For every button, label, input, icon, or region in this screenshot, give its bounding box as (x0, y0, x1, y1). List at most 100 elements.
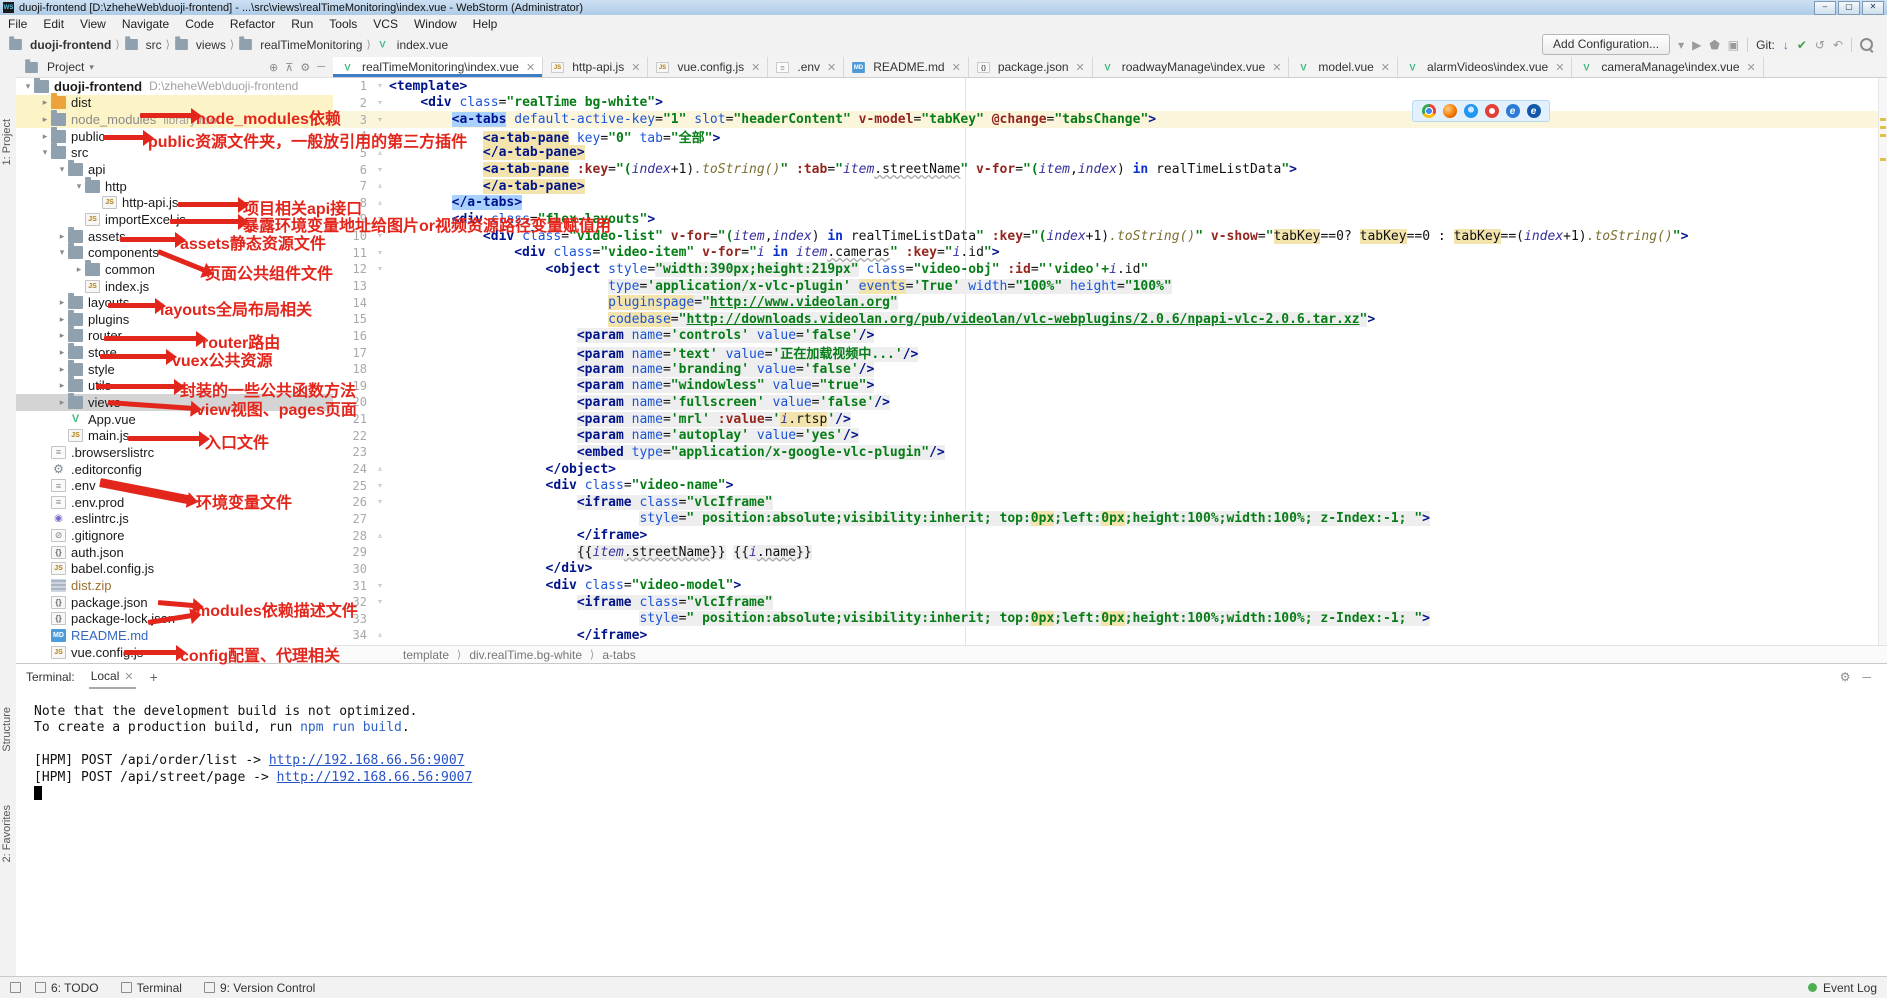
code-area[interactable]: 1▿<template>2▿ <div class="realTime bg-w… (333, 78, 1879, 644)
breadcrumb-item-views[interactable]: views (174, 38, 226, 52)
tree-item-utils[interactable]: ▸utils (16, 378, 333, 395)
close-icon[interactable]: ✕ (952, 61, 961, 74)
tool-stripe-structure[interactable]: Structure (1, 707, 13, 752)
chevron-right-icon[interactable]: ▸ (56, 330, 68, 341)
chevron-down-icon[interactable]: ▾ (56, 164, 68, 175)
code-line-29[interactable]: 29 {{item.streetName}} {{i.name}} (333, 544, 1879, 561)
status-grid-icon[interactable] (10, 982, 21, 993)
tree-item-public[interactable]: ▸public (16, 128, 333, 145)
debug-icon[interactable]: ⬟ (1709, 38, 1719, 52)
minimize-button[interactable]: – (1814, 1, 1836, 15)
tree-item-layouts[interactable]: ▸layouts (16, 294, 333, 311)
fold-marker-icon[interactable]: ▿ (373, 481, 387, 491)
event-log-button[interactable]: Event Log (1808, 981, 1877, 995)
terminal-tab-local[interactable]: Local ✕ (89, 665, 136, 689)
git-commit-icon[interactable]: ✔ (1797, 38, 1807, 52)
code-line-23[interactable]: 23 <embed type="application/x-google-vlc… (333, 444, 1879, 461)
code-line-8[interactable]: 8▵ </a-tabs> (333, 194, 1879, 211)
fold-marker-icon[interactable]: ▿ (373, 214, 387, 224)
code-line-13[interactable]: 13 type='application/x-vlc-plugin' event… (333, 278, 1879, 295)
code-line-12[interactable]: 12▿ <object style="width:390px;height:21… (333, 261, 1879, 278)
chevron-right-icon[interactable]: ▸ (39, 131, 51, 142)
tree-item-package-lock.json[interactable]: {}package-lock.json (16, 611, 333, 628)
code-line-33[interactable]: 33 style=" position:absolute;visibility:… (333, 611, 1879, 628)
terminal-output[interactable]: Note that the development build is not o… (16, 690, 1887, 976)
menu-file[interactable]: File (0, 17, 35, 31)
chevron-right-icon[interactable]: ▸ (39, 114, 51, 125)
editor-tab-README.md[interactable]: MDREADME.md✕ (844, 57, 969, 77)
chevron-right-icon[interactable]: ▸ (39, 97, 51, 108)
menu-edit[interactable]: Edit (35, 17, 72, 31)
run-icon[interactable]: ▶ (1692, 38, 1701, 52)
code-line-14[interactable]: 14 pluginspage="http://www.videolan.org" (333, 294, 1879, 311)
error-stripe-scrollbar[interactable] (1878, 78, 1887, 645)
tree-item-.browserslistrc[interactable]: ≡.browserslistrc (16, 444, 333, 461)
code-line-24[interactable]: 24▵ </object> (333, 461, 1879, 478)
breadcrumb-item-index.vue[interactable]: Vindex.vue (375, 38, 448, 52)
gear-icon[interactable]: ⚙ (1840, 670, 1851, 684)
code-line-6[interactable]: 6▿ <a-tab-pane :key="(index+1).toString(… (333, 161, 1879, 178)
code-line-16[interactable]: 16 <param name='controls' value='false'/… (333, 328, 1879, 345)
rollback-icon[interactable]: ↶ (1833, 38, 1843, 52)
breadcrumb-item-src[interactable]: src (124, 38, 162, 52)
tree-item-dist[interactable]: ▸dist (16, 95, 333, 112)
caret-down-icon[interactable]: ▾ (1678, 38, 1684, 52)
code-line-26[interactable]: 26▿ <iframe class="vlcIframe" (333, 494, 1879, 511)
code-line-9[interactable]: 9▿ <div class="flex-layouts"> (333, 211, 1879, 228)
code-line-1[interactable]: 1▿<template> (333, 78, 1879, 95)
fold-marker-icon[interactable]: ▵ (373, 148, 387, 158)
chevron-right-icon[interactable]: ▸ (56, 380, 68, 391)
code-line-3[interactable]: 3▿ <a-tabs default-active-key="1" slot="… (333, 111, 1879, 128)
chevron-right-icon[interactable]: ▸ (56, 231, 68, 242)
chrome-browser-icon[interactable] (1422, 104, 1436, 118)
tree-item-assets[interactable]: ▸assets (16, 228, 333, 245)
chevron-down-icon[interactable]: ▾ (56, 247, 68, 258)
fold-marker-icon[interactable]: ▵ (373, 630, 387, 640)
editor-crumb-a-tabs[interactable]: a-tabs (602, 648, 635, 662)
code-line-15[interactable]: 15 codebase="http://downloads.videolan.o… (333, 311, 1879, 328)
hide-panel-icon[interactable]: ─ (317, 61, 325, 74)
close-icon[interactable]: ✕ (124, 670, 133, 683)
menu-view[interactable]: View (72, 17, 114, 31)
tool-stripe-favorites[interactable]: 2: Favorites (1, 805, 13, 862)
safari-browser-icon[interactable] (1464, 104, 1478, 118)
status-item-terminal[interactable]: Terminal (121, 981, 182, 995)
close-icon[interactable]: ✕ (631, 61, 640, 74)
fold-marker-icon[interactable]: ▿ (373, 497, 387, 507)
close-icon[interactable]: ✕ (526, 61, 535, 74)
tree-item-.gitignore[interactable]: ⊘.gitignore (16, 527, 333, 544)
chevron-down-icon[interactable]: ▾ (22, 81, 34, 92)
code-line-7[interactable]: 7▵ </a-tab-pane> (333, 178, 1879, 195)
tree-item-README.md[interactable]: MDREADME.md (16, 627, 333, 644)
menu-window[interactable]: Window (406, 17, 465, 31)
tree-item-http-api.js[interactable]: JShttp-api.js (16, 194, 333, 211)
code-line-18[interactable]: 18 <param name='branding' value='false'/… (333, 361, 1879, 378)
tree-item-index.js[interactable]: JSindex.js (16, 278, 333, 295)
fold-marker-icon[interactable]: ▿ (373, 115, 387, 125)
fold-marker-icon[interactable]: ▵ (373, 464, 387, 474)
tree-item-src[interactable]: ▾src (16, 145, 333, 162)
tree-item-.eslintrc.js[interactable]: ◉.eslintrc.js (16, 511, 333, 528)
code-line-17[interactable]: 17 <param name='text' value='正在加载视频中...'… (333, 344, 1879, 361)
fold-marker-icon[interactable]: ▿ (373, 165, 387, 175)
tree-item-plugins[interactable]: ▸plugins (16, 311, 333, 328)
tree-item-views[interactable]: ▸views (16, 394, 333, 411)
close-icon[interactable]: ✕ (827, 61, 836, 74)
tree-item-main.js[interactable]: JSmain.js (16, 427, 333, 444)
code-line-19[interactable]: 19 <param name="windowless" value="true"… (333, 378, 1879, 395)
code-line-20[interactable]: 20 <param name='fullscreen' value='false… (333, 394, 1879, 411)
editor-tab-vue.config.js[interactable]: JSvue.config.js✕ (648, 57, 768, 77)
hide-panel-icon[interactable]: ─ (1862, 670, 1871, 684)
editor-tab-roadwayManage-index.vue[interactable]: VroadwayManage\index.vue✕ (1093, 57, 1290, 77)
breadcrumb-item-duoji-frontend[interactable]: duoji-frontend (8, 38, 111, 52)
code-line-21[interactable]: 21 <param name='mrl' :value='i.rtsp'/> (333, 411, 1879, 428)
fold-marker-icon[interactable]: ▿ (373, 597, 387, 607)
fold-marker-icon[interactable]: ▵ (373, 531, 387, 541)
menu-navigate[interactable]: Navigate (114, 17, 177, 31)
chevron-right-icon[interactable]: ▸ (73, 264, 85, 275)
terminal-link[interactable]: http://192.168.66.56:9007 (277, 770, 473, 785)
code-line-11[interactable]: 11▿ <div class="video-item" v-for="i in … (333, 244, 1879, 261)
tree-item-components[interactable]: ▾components (16, 244, 333, 261)
close-icon[interactable]: ✕ (1076, 61, 1085, 74)
fold-marker-icon[interactable]: ▵ (373, 181, 387, 191)
